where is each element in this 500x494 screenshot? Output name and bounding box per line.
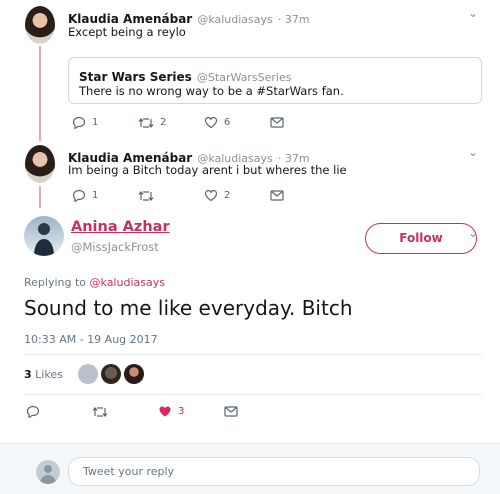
message-icon	[224, 406, 238, 417]
quoted-tweet[interactable]: Star Wars Series @StarWarsSeries There i…	[68, 57, 482, 104]
retweet-button[interactable]: 2	[138, 117, 204, 129]
heart-icon	[159, 406, 171, 417]
reply-button[interactable]: 1	[72, 189, 138, 202]
reply-input[interactable]: Tweet your reply	[68, 457, 480, 486]
reply-icon	[26, 405, 40, 418]
reply-count: 1	[92, 190, 99, 201]
user-avatar[interactable]	[36, 460, 60, 484]
reply-count: 1	[92, 117, 99, 128]
main-actions: 3	[26, 405, 238, 418]
like-button[interactable]: 2	[204, 189, 270, 202]
chevron-down-icon[interactable]: ⌄	[468, 145, 478, 159]
quote-header: Star Wars Series @StarWarsSeries	[79, 66, 291, 85]
liker-avatar[interactable]	[101, 364, 121, 384]
main-author-name[interactable]: Anina Azhar	[71, 219, 170, 235]
avatar[interactable]	[25, 145, 55, 183]
reply-icon	[72, 189, 86, 202]
main-timestamp[interactable]: 10:33 AM - 19 Aug 2017	[24, 333, 158, 346]
avatar[interactable]	[24, 216, 64, 256]
liker-avatar[interactable]	[124, 364, 144, 384]
likes-summary[interactable]: 3 Likes	[24, 368, 63, 381]
reply-button[interactable]: 1	[72, 116, 138, 129]
quote-author-name: Star Wars Series	[79, 70, 192, 84]
reply-icon	[72, 116, 86, 129]
message-icon	[270, 117, 284, 128]
liker-avatar[interactable]	[78, 364, 98, 384]
retweet-button[interactable]	[138, 190, 204, 202]
tweet-time[interactable]: · 37m	[278, 13, 310, 26]
reply-button[interactable]	[26, 405, 92, 418]
thread-line	[39, 186, 41, 208]
retweet-icon	[138, 117, 154, 128]
tweet-text: Im being a Bitch today arent i but where…	[68, 163, 347, 177]
heart-icon	[204, 116, 218, 129]
message-button[interactable]	[270, 117, 284, 128]
like-count: 6	[224, 117, 231, 128]
default-user-icon	[40, 465, 56, 484]
likes-label: Likes	[35, 368, 63, 381]
like-button[interactable]: 6	[204, 116, 270, 129]
tweet1-actions: 1 2 6	[72, 116, 284, 129]
replying-to-label: Replying to	[24, 276, 87, 289]
retweet-icon	[138, 190, 154, 201]
main-tweet-text: Sound to me like everyday. Bitch	[24, 296, 353, 320]
retweet-button[interactable]	[92, 406, 158, 418]
replying-to: Replying to @kaludiasays	[24, 276, 165, 289]
retweet-icon	[92, 406, 108, 417]
divider	[24, 394, 482, 395]
chevron-down-icon[interactable]: ⌄	[468, 6, 478, 20]
chevron-down-icon[interactable]: ⌄	[468, 226, 478, 240]
author-name[interactable]: Klaudia Amenábar	[68, 12, 192, 26]
tweet-text: Except being a reylo	[68, 25, 186, 39]
message-icon	[270, 190, 284, 201]
like-count: 3	[178, 406, 185, 417]
tweet2-actions: 1 2	[72, 189, 284, 202]
thread-line	[39, 46, 41, 141]
replying-to-handle[interactable]: @kaludiasays	[90, 276, 165, 289]
divider	[24, 354, 482, 355]
avatar-figure-icon	[34, 223, 54, 256]
quote-text: There is no wrong way to be a #StarWars …	[79, 84, 344, 98]
likes-count: 3	[24, 368, 32, 381]
message-button[interactable]	[224, 406, 238, 417]
like-button[interactable]: 3	[158, 405, 224, 418]
retweet-count: 2	[160, 117, 167, 128]
main-author-handle[interactable]: @MissJackFrost	[71, 240, 159, 254]
avatar[interactable]	[25, 6, 55, 44]
follow-button[interactable]: Follow	[365, 223, 477, 254]
quote-author-handle: @StarWarsSeries	[196, 71, 292, 84]
heart-icon	[204, 189, 218, 202]
author-handle[interactable]: @kaludiasays	[197, 13, 272, 26]
like-count: 2	[224, 190, 231, 201]
message-button[interactable]	[270, 190, 284, 201]
